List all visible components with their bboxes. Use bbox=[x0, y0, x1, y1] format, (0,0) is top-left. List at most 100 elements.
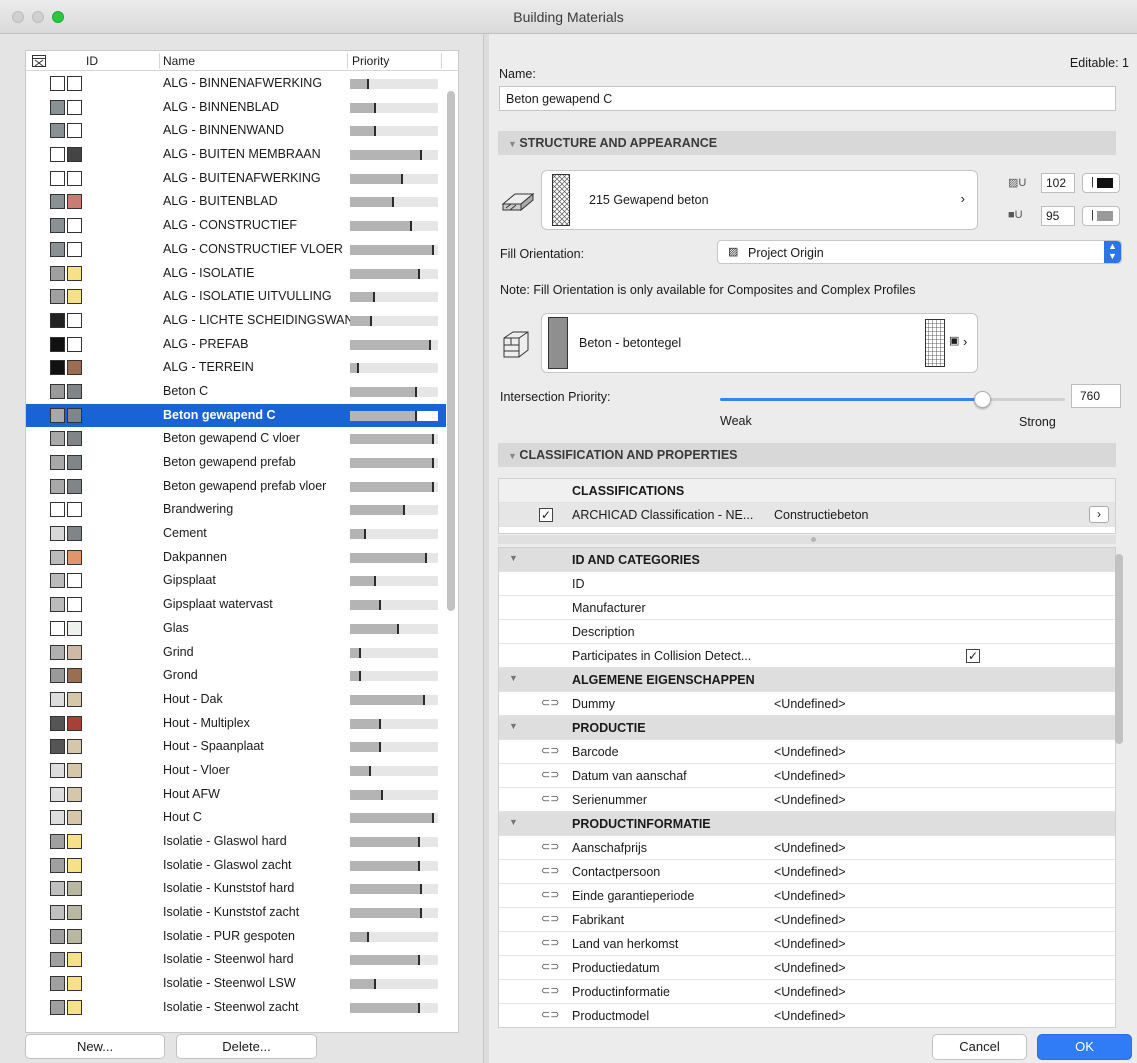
list-item[interactable]: Gipsplaat bbox=[26, 569, 446, 593]
list-item[interactable]: Brandwering bbox=[26, 498, 446, 522]
intersection-priority-slider[interactable] bbox=[720, 388, 1065, 412]
list-item[interactable]: ALG - BUITENBLAD bbox=[26, 190, 446, 214]
list-item[interactable]: Isolatie - Glaswol zacht bbox=[26, 854, 446, 878]
cut-line-toggle[interactable]: | bbox=[1082, 173, 1120, 193]
list-item[interactable]: Hout C bbox=[26, 806, 446, 830]
background-toggle[interactable]: | bbox=[1082, 206, 1120, 226]
property-value[interactable]: <Undefined> bbox=[774, 985, 846, 999]
collapse-triangle-icon[interactable]: ▼ bbox=[509, 553, 518, 563]
background-pen-input[interactable]: 95 bbox=[1041, 206, 1075, 226]
list-item[interactable]: Hout - Multiplex bbox=[26, 712, 446, 736]
collapse-triangle-icon[interactable]: ▼ bbox=[509, 817, 518, 827]
property-value[interactable]: <Undefined> bbox=[774, 697, 846, 711]
list-item[interactable]: Grind bbox=[26, 641, 446, 665]
list-item[interactable]: ALG - BINNENAFWERKING bbox=[26, 72, 446, 96]
collapse-triangle-icon[interactable]: ▼ bbox=[509, 673, 518, 683]
intersection-priority-input[interactable]: 760 bbox=[1071, 384, 1121, 408]
list-item[interactable]: ALG - BINNENWAND bbox=[26, 119, 446, 143]
collapse-triangle-icon[interactable]: ▼ bbox=[509, 721, 518, 731]
list-item[interactable]: Isolatie - Kunststof zacht bbox=[26, 901, 446, 925]
property-value[interactable]: <Undefined> bbox=[774, 769, 846, 783]
list-item[interactable]: Isolatie - Kunststof hard bbox=[26, 877, 446, 901]
properties-scrollbar[interactable] bbox=[1115, 554, 1123, 744]
property-row[interactable]: ⊂⊃ Productiedatum <Undefined> bbox=[499, 956, 1115, 980]
column-priority[interactable]: Priority bbox=[352, 54, 389, 68]
list-item[interactable]: ALG - ISOLATIE UITVULLING bbox=[26, 285, 446, 309]
property-row[interactable]: ⊂⊃ Serienummer <Undefined> bbox=[499, 788, 1115, 812]
property-value[interactable]: <Undefined> bbox=[774, 937, 846, 951]
property-value[interactable]: <Undefined> bbox=[774, 913, 846, 927]
property-value[interactable]: <Undefined> bbox=[774, 841, 846, 855]
list-item[interactable]: Dakpannen bbox=[26, 546, 446, 570]
list-item[interactable]: ALG - BINNENBLAD bbox=[26, 96, 446, 120]
list-item[interactable]: Hout AFW bbox=[26, 783, 446, 807]
name-input[interactable]: Beton gewapend C bbox=[499, 86, 1116, 111]
surface-selector[interactable]: Beton - betontegel ▣ › bbox=[541, 313, 978, 373]
list-item[interactable]: Beton gewapend C vloer bbox=[26, 427, 446, 451]
property-row[interactable]: ⊂⊃ Fabrikant <Undefined> bbox=[499, 908, 1115, 932]
classification-checkbox[interactable]: ✓ bbox=[539, 508, 553, 522]
list-item[interactable]: Beton gewapend prefab vloer bbox=[26, 475, 446, 499]
property-row[interactable]: ⊂⊃ Contactpersoon <Undefined> bbox=[499, 860, 1115, 884]
property-value[interactable]: <Undefined> bbox=[774, 793, 846, 807]
list-item[interactable]: ALG - CONSTRUCTIEF VLOER bbox=[26, 238, 446, 262]
fill-orientation-select[interactable]: ▨ Project Origin ▲ ▼ bbox=[717, 240, 1122, 264]
list-item[interactable]: ALG - CONSTRUCTIEF bbox=[26, 214, 446, 238]
slider-knob[interactable] bbox=[974, 391, 991, 408]
property-group[interactable]: ▼ ALGEMENE EIGENSCHAPPEN bbox=[499, 668, 1115, 692]
ok-button[interactable]: OK bbox=[1037, 1034, 1132, 1060]
property-checkbox[interactable]: ✓ bbox=[966, 649, 980, 663]
sort-icon[interactable] bbox=[32, 55, 46, 67]
property-value[interactable]: <Undefined> bbox=[774, 1009, 846, 1023]
list-item[interactable]: Beton gewapend C bbox=[26, 403, 446, 428]
list-item[interactable]: ALG - LICHTE SCHEIDINGSWAND bbox=[26, 309, 446, 333]
list-item[interactable]: Isolatie - PUR gespoten bbox=[26, 925, 446, 949]
list-item[interactable]: Glas bbox=[26, 617, 446, 641]
list-item[interactable]: ALG - BUITEN MEMBRAAN bbox=[26, 143, 446, 167]
cut-pen-input[interactable]: 102 bbox=[1041, 173, 1075, 193]
new-button[interactable]: New... bbox=[25, 1034, 165, 1059]
list-item[interactable]: Hout - Dak bbox=[26, 688, 446, 712]
property-row[interactable]: ⊂⊃ Productinformatie <Undefined> bbox=[499, 980, 1115, 1004]
property-row[interactable]: ⊂⊃ Productmodel <Undefined> bbox=[499, 1004, 1115, 1027]
property-row[interactable]: ⊂⊃ Barcode <Undefined> bbox=[499, 740, 1115, 764]
property-row[interactable]: Manufacturer bbox=[499, 596, 1115, 620]
property-value[interactable]: <Undefined> bbox=[774, 745, 846, 759]
list-item[interactable]: Beton C bbox=[26, 380, 446, 404]
list-item[interactable]: ALG - BUITENAFWERKING bbox=[26, 167, 446, 191]
classification-properties-header[interactable]: ▼ CLASSIFICATION AND PROPERTIES bbox=[498, 443, 1116, 467]
list-item[interactable]: ALG - ISOLATIE bbox=[26, 262, 446, 286]
property-row[interactable]: ⊂⊃ Dummy <Undefined> bbox=[499, 692, 1115, 716]
column-id[interactable]: ID bbox=[86, 54, 98, 68]
property-row[interactable]: Participates in Collision Detect... ✓ bbox=[499, 644, 1115, 668]
property-value[interactable]: <Undefined> bbox=[774, 961, 846, 975]
list-item[interactable]: Isolatie - Glaswol hard bbox=[26, 830, 446, 854]
cut-fill-selector[interactable]: 215 Gewapend beton › bbox=[541, 170, 978, 230]
chevron-right-icon[interactable]: › bbox=[1089, 506, 1109, 523]
list-item[interactable]: Cement bbox=[26, 522, 446, 546]
list-item[interactable]: Hout - Vloer bbox=[26, 759, 446, 783]
list-item[interactable]: Isolatie - Steenwol hard bbox=[26, 948, 446, 972]
property-value[interactable]: <Undefined> bbox=[774, 889, 846, 903]
list-scrollbar[interactable] bbox=[447, 91, 455, 611]
delete-button[interactable]: Delete... bbox=[176, 1034, 317, 1059]
property-group[interactable]: ▼ PRODUCTIE bbox=[499, 716, 1115, 740]
list-item[interactable]: Isolatie - Steenwol LSW bbox=[26, 972, 446, 996]
list-item[interactable]: Hout - Spaanplaat bbox=[26, 735, 446, 759]
property-group[interactable]: ▼ PRODUCTINFORMATIE bbox=[499, 812, 1115, 836]
property-row[interactable]: ⊂⊃ Aanschafprijs <Undefined> bbox=[499, 836, 1115, 860]
property-row[interactable]: ⊂⊃ Datum van aanschaf <Undefined> bbox=[499, 764, 1115, 788]
list-item[interactable]: Isolatie - Steenwol zacht bbox=[26, 996, 446, 1020]
property-group[interactable]: ▼ ID AND CATEGORIES bbox=[499, 548, 1115, 572]
cancel-button[interactable]: Cancel bbox=[932, 1034, 1027, 1060]
list-item[interactable]: Beton gewapend prefab bbox=[26, 451, 446, 475]
property-row[interactable]: Description bbox=[499, 620, 1115, 644]
column-name[interactable]: Name bbox=[163, 54, 195, 68]
classification-row[interactable]: ✓ ARCHICAD Classification - NE... Constr… bbox=[499, 503, 1115, 527]
property-row[interactable]: ID bbox=[499, 572, 1115, 596]
list-item[interactable]: Grond bbox=[26, 664, 446, 688]
list-item[interactable]: ALG - TERREIN bbox=[26, 356, 446, 380]
property-value[interactable]: <Undefined> bbox=[774, 865, 846, 879]
property-row[interactable]: ⊂⊃ Einde garantieperiode <Undefined> bbox=[499, 884, 1115, 908]
list-item[interactable]: ALG - PREFAB bbox=[26, 333, 446, 357]
